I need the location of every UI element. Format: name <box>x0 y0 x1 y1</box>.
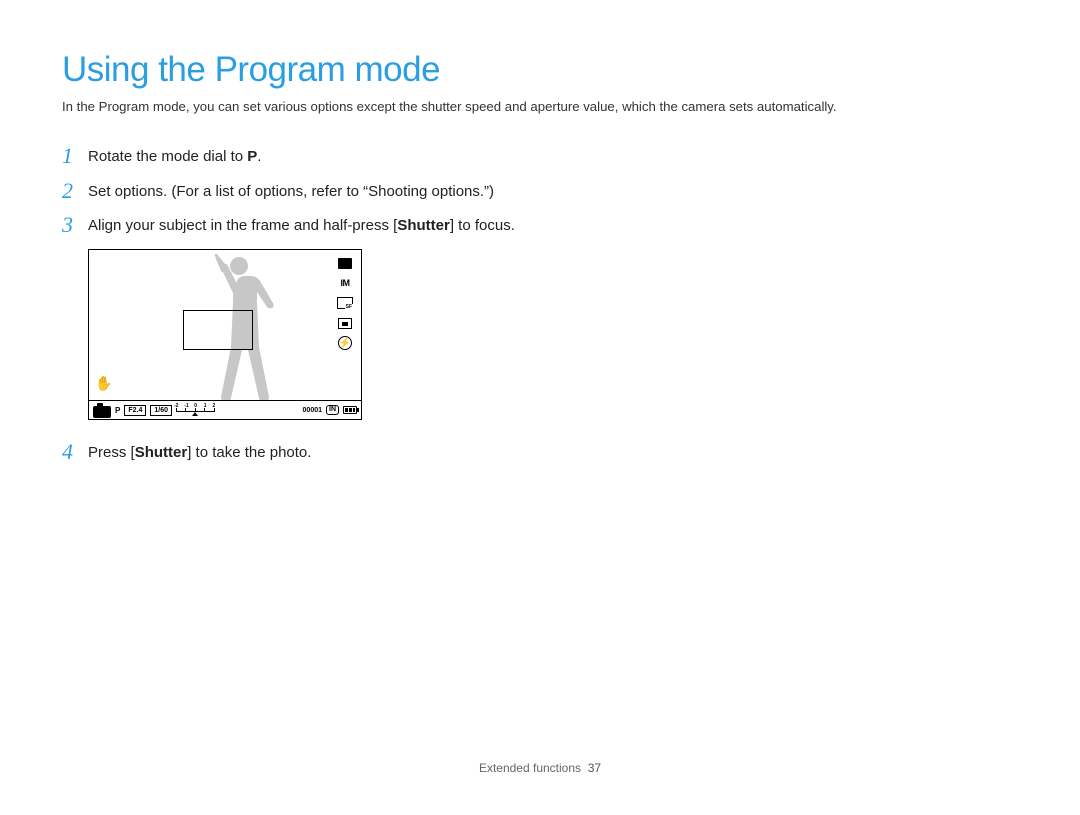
page-title: Using the Program mode <box>62 50 1018 90</box>
metering-icon <box>337 316 353 330</box>
ev-pointer-icon <box>192 412 198 416</box>
image-size-icon: IM <box>337 276 353 290</box>
step-4: 4 Press [Shutter] to take the photo. <box>62 440 572 464</box>
step-1: 1 Rotate the mode dial to P. <box>62 144 572 168</box>
step-number: 4 <box>62 440 88 464</box>
ev-label: -1 <box>184 403 188 409</box>
mode-indicator: P <box>115 406 120 415</box>
flash-glyph: ⚡ <box>339 338 351 349</box>
battery-icon <box>343 406 357 414</box>
footer-page-number: 37 <box>588 761 601 775</box>
lcd-viewfinder: IM ⚡ ✋ <box>89 250 361 400</box>
ev-label: -2 <box>174 403 178 409</box>
page-footer: Extended functions 37 <box>0 761 1080 775</box>
camera-icon <box>93 404 111 416</box>
intro-text: In the Program mode, you can set various… <box>62 98 1018 116</box>
step-number: 2 <box>62 179 88 203</box>
step-number: 1 <box>62 144 88 168</box>
step3-post: ] to focus. <box>450 217 515 234</box>
lcd-illustration: IM ⚡ ✋ P F2.4 1/60 <box>88 249 572 420</box>
step-number: 3 <box>62 213 88 237</box>
steps-list: 1 Rotate the mode dial to P. 2 Set optio… <box>62 144 572 464</box>
step-3: 3 Align your subject in the frame and ha… <box>62 213 572 237</box>
step-text: Set options. (For a list of options, ref… <box>88 179 494 203</box>
ev-scale: -2 -1 0 1 2 <box>176 404 214 416</box>
ev-label: 1 <box>204 403 207 409</box>
lcd-right-icons: IM ⚡ <box>335 256 355 350</box>
step-text: Press [Shutter] to take the photo. <box>88 440 311 464</box>
shutter-bold: Shutter <box>397 217 450 234</box>
step3-pre: Align your subject in the frame and half… <box>88 217 397 234</box>
quality-sf-icon <box>337 296 353 310</box>
shutter-bold: Shutter <box>135 444 188 461</box>
anti-shake-icon: ✋ <box>95 376 112 390</box>
lcd-screen: IM ⚡ ✋ P F2.4 1/60 <box>88 249 362 420</box>
mode-p-glyph: P <box>247 148 257 165</box>
drive-single-icon <box>337 256 353 270</box>
flash-icon: ⚡ <box>337 336 353 350</box>
lcd-status-bar: P F2.4 1/60 -2 -1 0 1 2 <box>89 400 361 419</box>
storage-in-icon: IN <box>326 405 339 415</box>
ev-label: 0 <box>194 403 197 409</box>
step4-pre: Press [ <box>88 444 135 461</box>
ev-label: 2 <box>212 403 215 409</box>
step-2: 2 Set options. (For a list of options, r… <box>62 179 572 203</box>
step-text: Rotate the mode dial to P. <box>88 144 261 168</box>
aperture-value: F2.4 <box>124 405 146 416</box>
step4-post: ] to take the photo. <box>187 444 311 461</box>
focus-rectangle <box>183 310 253 350</box>
shutter-speed-value: 1/60 <box>150 405 172 416</box>
frame-counter: 00001 <box>303 407 322 414</box>
step1-pre: Rotate the mode dial to <box>88 148 247 165</box>
step-text: Align your subject in the frame and half… <box>88 213 515 237</box>
step1-post: . <box>257 148 261 165</box>
footer-section: Extended functions <box>479 761 581 775</box>
